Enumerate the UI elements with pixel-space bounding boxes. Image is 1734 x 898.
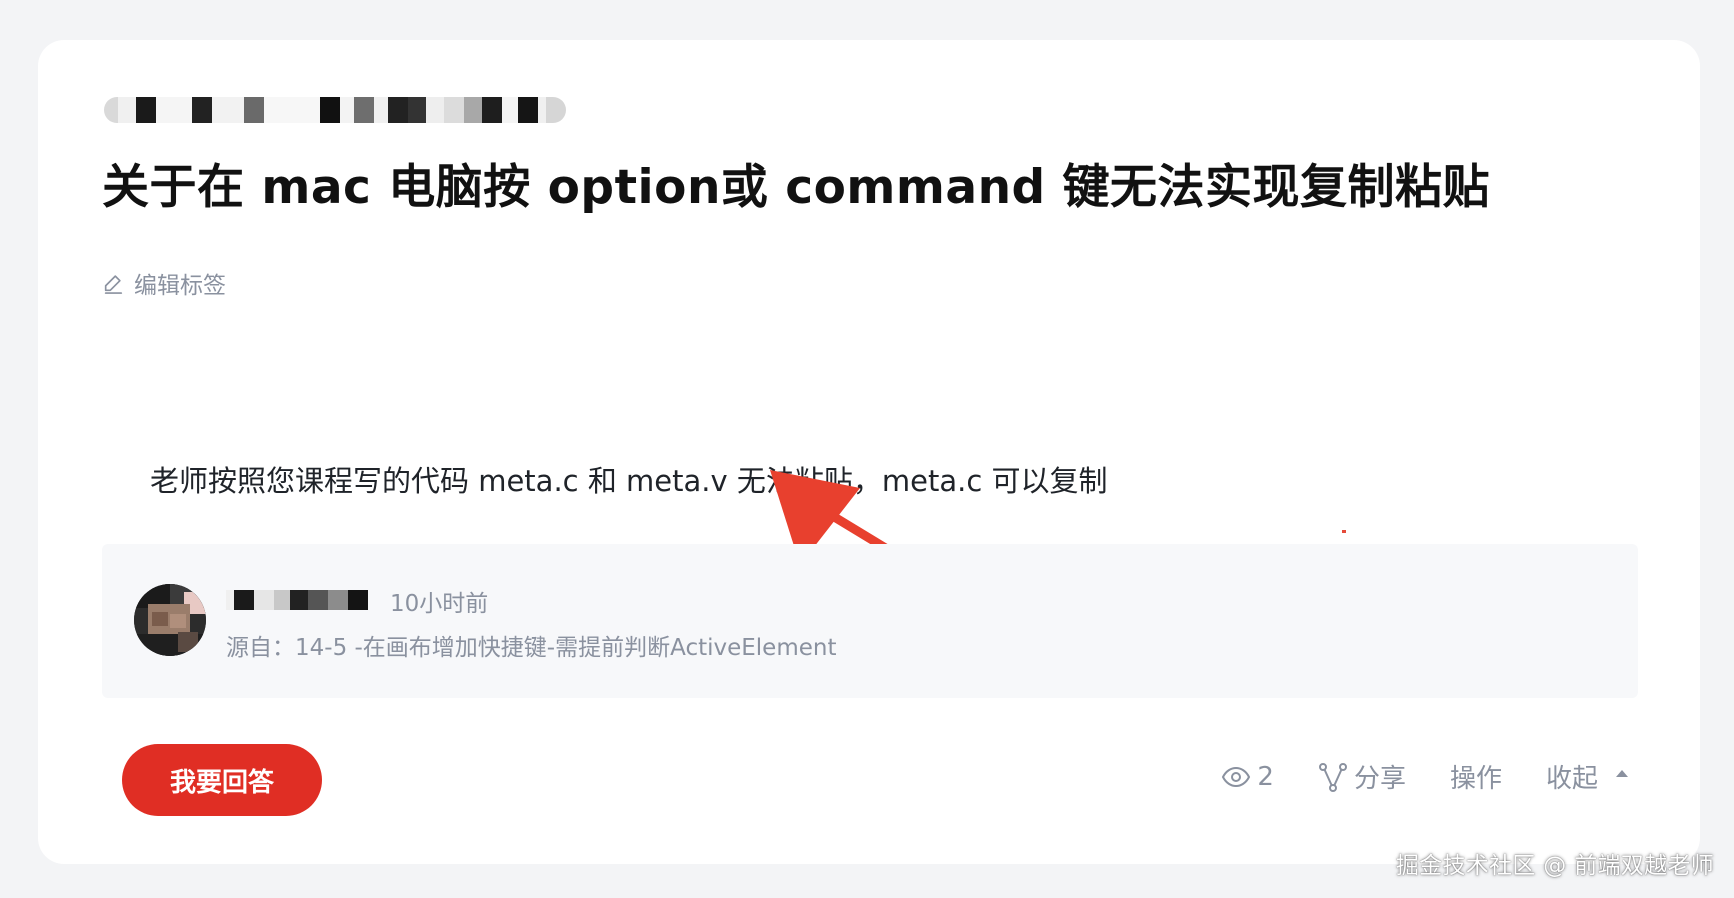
pencil-icon (104, 275, 123, 294)
view-count: 2 (1221, 762, 1274, 792)
edit-tags-label: 编辑标签 (134, 273, 226, 299)
question-actions: 2 分享 操作 收起 (1221, 758, 1628, 795)
eye-icon (1222, 766, 1251, 787)
post-time: 10小时前 (390, 591, 489, 617)
stray-mark (1342, 530, 1346, 533)
view-count-value: 2 (1257, 761, 1274, 792)
username-redacted[interactable] (226, 588, 376, 612)
question-meta: 10小时前 源自：14-5 -在画布增加快捷键-需提前判断ActiveEleme… (102, 544, 1638, 698)
course-source[interactable]: 源自：14-5 -在画布增加快捷键-需提前判断ActiveElement (226, 628, 836, 662)
collapse-label: 收起 (1545, 764, 1598, 794)
avatar[interactable] (134, 584, 206, 656)
edit-tags-button[interactable]: 编辑标签 (102, 266, 226, 300)
watermark: 掘金技术社区 @ 前端双越老师 (1395, 853, 1714, 879)
operate-button[interactable]: 操作 (1450, 758, 1502, 795)
operate-label: 操作 (1449, 764, 1502, 794)
share-button[interactable]: 分享 (1318, 758, 1406, 795)
question-card: 关于在 mac 电脑按 option或 command 键无法实现复制粘贴 编辑… (38, 40, 1700, 864)
share-label: 分享 (1353, 764, 1406, 794)
redacted-course-title (104, 92, 678, 128)
answer-button[interactable]: 我要回答 (122, 744, 322, 816)
question-body: 老师按照您课程写的代码 meta.c 和 meta.v 无法粘贴，meta.c … (150, 464, 1108, 498)
question-title: 关于在 mac 电脑按 option或 command 键无法实现复制粘贴 (102, 160, 1491, 215)
collapse-button[interactable]: 收起 (1546, 758, 1628, 795)
share-icon (1318, 762, 1347, 792)
caret-up-icon (1616, 770, 1628, 777)
